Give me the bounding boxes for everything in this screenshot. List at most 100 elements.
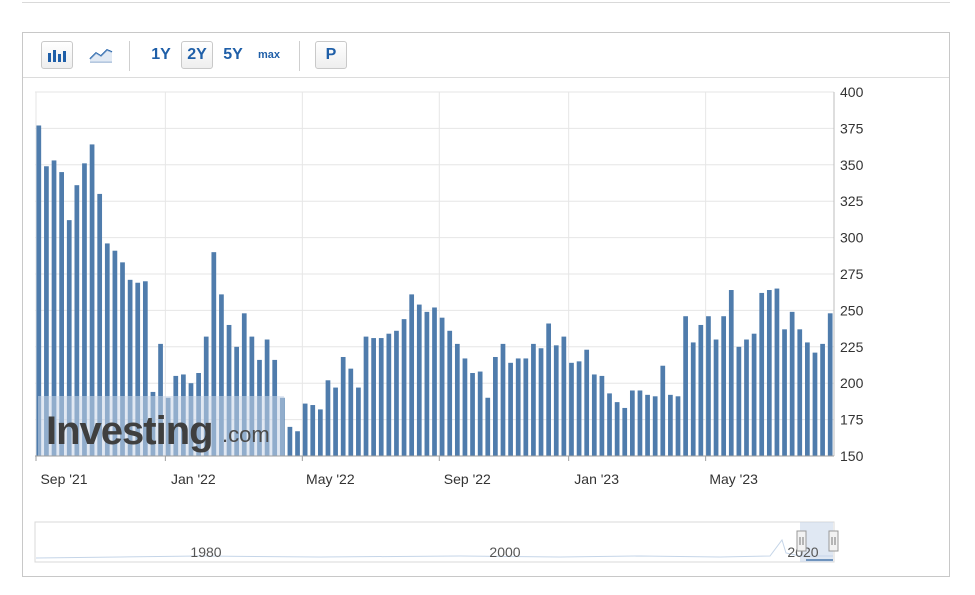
- y-tick-label: 175: [840, 412, 864, 428]
- bar: [515, 358, 521, 456]
- bar: [584, 349, 590, 456]
- bar: [371, 338, 376, 456]
- x-tick-label: Sep '22: [444, 471, 491, 487]
- bar: [690, 342, 696, 456]
- bar: [766, 290, 772, 456]
- bar: [302, 403, 308, 456]
- bar: [706, 316, 711, 456]
- bar: [394, 330, 399, 456]
- watermark: Investing .com: [38, 396, 284, 456]
- y-axis: 150 175 200 225 250 275 300 325 350 375 400: [833, 84, 864, 464]
- y-tick-label: 200: [840, 375, 864, 391]
- navigator-label: 2000: [489, 544, 520, 560]
- bar: [485, 397, 491, 456]
- bar: [797, 329, 803, 456]
- y-tick-label: 250: [840, 302, 864, 318]
- bar: [759, 292, 765, 456]
- bar: [622, 407, 628, 456]
- y-tick-label: 350: [840, 157, 864, 173]
- bar: [713, 339, 719, 456]
- bar: [424, 311, 430, 456]
- bar: [782, 329, 787, 456]
- bar: [432, 307, 437, 456]
- bar: [591, 374, 597, 456]
- bar: [607, 393, 612, 456]
- bar: [538, 348, 544, 456]
- x-tick-label: Sep '21: [40, 471, 87, 487]
- bar: [774, 288, 780, 456]
- bar: [576, 361, 582, 456]
- bar: [500, 343, 506, 456]
- bar: [805, 342, 810, 456]
- watermark-brand: Investing: [46, 409, 213, 453]
- bar: [470, 373, 475, 456]
- bar: [569, 362, 574, 456]
- bar: [812, 352, 818, 456]
- bar: [348, 368, 354, 456]
- bar: [447, 330, 453, 456]
- bar: [508, 362, 513, 456]
- bar: [721, 316, 727, 456]
- bar: [561, 336, 567, 456]
- x-axis: Sep '21 Jan '22 May '22 Sep '22 Jan '23 May '…: [35, 455, 834, 487]
- bar: [523, 358, 529, 456]
- bar: [675, 396, 681, 456]
- x-tick-label: May '23: [709, 471, 758, 487]
- bar: [493, 356, 498, 456]
- navigator-right-handle[interactable]: [828, 530, 839, 552]
- bar: [698, 324, 704, 456]
- bar: [477, 371, 483, 456]
- bar: [751, 333, 757, 456]
- watermark-suffix: .com: [222, 422, 270, 447]
- bar: [652, 396, 658, 456]
- chart-canvas: Investing .com 150 175 200 225 250 275 300 325 3…: [34, 84, 864, 563]
- bar: [378, 338, 384, 456]
- bar: [553, 345, 559, 456]
- navigator-label: 1980: [190, 544, 221, 560]
- bar: [820, 343, 825, 456]
- bar: [317, 409, 323, 456]
- navigator[interactable]: 1980 2000 2020: [34, 521, 839, 563]
- bar: [789, 311, 795, 456]
- bar: [333, 387, 338, 456]
- bar: [728, 290, 734, 456]
- bar: [637, 390, 643, 456]
- bar: [386, 333, 392, 456]
- navigator-left-handle[interactable]: [796, 530, 807, 552]
- bar: [363, 336, 369, 456]
- y-tick-label: 400: [840, 84, 864, 100]
- y-tick-label: 150: [840, 448, 864, 464]
- bar: [531, 343, 536, 456]
- y-tick-label: 325: [840, 193, 864, 209]
- y-tick-label: 375: [840, 120, 864, 136]
- bar: [736, 346, 742, 456]
- x-tick-label: Jan '23: [574, 471, 619, 487]
- bar: [295, 431, 300, 456]
- y-tick-label: 225: [840, 339, 864, 355]
- bar: [439, 317, 445, 456]
- y-tick-label: 300: [840, 230, 864, 246]
- bar: [454, 343, 460, 456]
- y-tick-label: 275: [840, 266, 864, 282]
- bar: [660, 365, 666, 456]
- bar: [629, 390, 635, 456]
- bar: [599, 375, 605, 456]
- bar: [645, 394, 650, 456]
- bar: [287, 426, 293, 456]
- bar: [340, 356, 346, 456]
- bar: [827, 313, 833, 456]
- bar: [310, 405, 316, 456]
- x-tick-label: Jan '22: [171, 471, 216, 487]
- bar: [409, 294, 415, 456]
- bar: [325, 380, 331, 456]
- bar: [356, 387, 361, 456]
- bar: [546, 323, 552, 456]
- bar: [668, 394, 673, 456]
- bar: [683, 316, 688, 456]
- bar: [614, 402, 620, 456]
- bar: [401, 319, 407, 456]
- bar: [744, 339, 749, 456]
- bar: [416, 304, 422, 456]
- x-tick-label: May '22: [306, 471, 355, 487]
- bar: [462, 358, 468, 456]
